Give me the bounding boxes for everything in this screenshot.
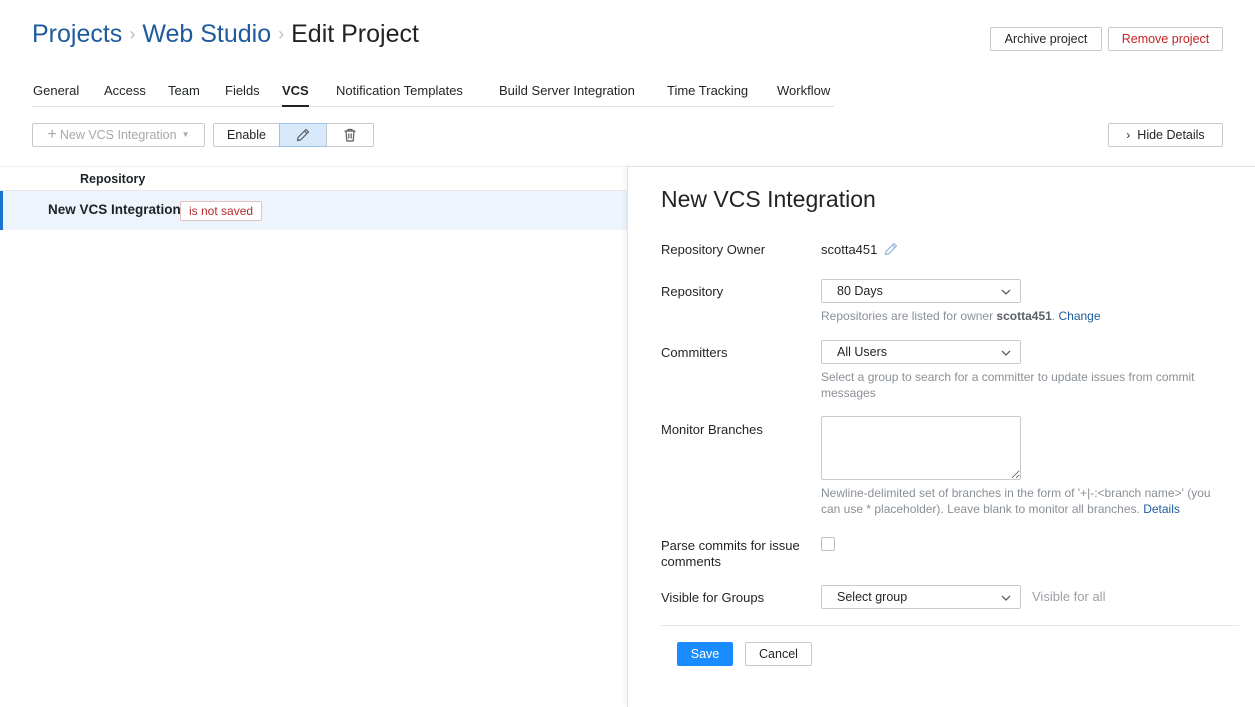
repository-select[interactable]: 80 Days	[821, 279, 1021, 303]
save-button[interactable]: Save	[677, 642, 733, 666]
tab-access[interactable]: Access	[104, 83, 146, 98]
parse-commits-label: Parse commits for issue comments	[661, 538, 800, 569]
repository-hint-text: Repositories are listed for owner	[821, 309, 997, 323]
committers-label: Committers	[661, 345, 728, 360]
visible-groups-select[interactable]: Select group	[821, 585, 1021, 609]
new-vcs-integration-button[interactable]: + New VCS Integration ▼	[32, 123, 205, 147]
column-header-label: Repository	[80, 172, 146, 186]
committers-select[interactable]: All Users	[821, 340, 1021, 364]
hide-details-button[interactable]: › Hide Details	[1108, 123, 1223, 147]
breadcrumb-project-link[interactable]: Web Studio	[142, 18, 271, 50]
visible-groups-label: Visible for Groups	[661, 590, 765, 605]
repository-hint: Repositories are listed for owner scotta…	[821, 308, 1221, 324]
monitor-branches-hint: Newline-delimited set of branches in the…	[821, 485, 1221, 517]
project-tabs: General Access Team Fields VCS Notificat…	[32, 78, 834, 107]
repository-label: Repository	[661, 284, 724, 299]
breadcrumb: Projects › Web Studio › Edit Project	[32, 18, 419, 50]
form-divider	[661, 625, 1239, 626]
details-panel: New VCS Integration Repository Owner sco…	[627, 166, 1255, 707]
breadcrumb-separator: ›	[278, 24, 285, 44]
status-badge: is not saved	[180, 201, 263, 221]
repository-owner-value: scotta451	[821, 241, 899, 257]
hide-details-label: Hide Details	[1137, 128, 1205, 142]
repository-owner-label: Repository Owner	[661, 242, 766, 257]
new-vcs-integration-label: New VCS Integration	[59, 128, 177, 142]
plus-icon: +	[47, 126, 57, 143]
cancel-button[interactable]: Cancel	[745, 642, 812, 666]
enable-button[interactable]: Enable	[213, 123, 280, 147]
breadcrumb-separator: ›	[129, 24, 136, 44]
delete-button[interactable]	[326, 123, 374, 147]
remove-project-button[interactable]: Remove project	[1108, 27, 1223, 51]
committers-select-value: All Users	[837, 345, 888, 359]
breadcrumb-projects-link[interactable]: Projects	[32, 18, 122, 50]
chevron-down-icon	[1001, 350, 1011, 356]
repository-select-value: 80 Days	[837, 284, 883, 298]
tab-fields[interactable]: Fields	[225, 83, 260, 98]
repository-hint-owner: scotta451	[996, 309, 1052, 323]
details-link[interactable]: Details	[1143, 502, 1180, 516]
repository-hint-period: .	[1051, 309, 1056, 323]
committers-hint: Select a group to search for a committer…	[821, 370, 1195, 400]
page-title: Edit Project	[291, 20, 419, 48]
tab-workflow[interactable]: Workflow	[777, 83, 830, 98]
monitor-branches-label: Monitor Branches	[661, 422, 763, 437]
edit-button[interactable]	[279, 123, 327, 147]
archive-project-button[interactable]: Archive project	[990, 27, 1102, 51]
tab-team[interactable]: Team	[168, 83, 200, 98]
tab-build-server-integration[interactable]: Build Server Integration	[499, 83, 635, 98]
tab-general[interactable]: General	[33, 83, 79, 98]
tab-notification-templates[interactable]: Notification Templates	[336, 83, 463, 98]
parse-commits-checkbox[interactable]	[821, 537, 835, 551]
caret-down-icon: ▼	[181, 130, 190, 139]
owner-name: scotta451	[821, 241, 878, 257]
chevron-down-icon	[1001, 289, 1011, 295]
chevron-down-icon	[1001, 595, 1011, 601]
tab-vcs[interactable]: VCS	[282, 83, 309, 107]
visible-groups-select-value: Select group	[837, 590, 908, 604]
visible-for-all-note: Visible for all	[1032, 589, 1106, 604]
integration-name: New VCS Integration	[48, 202, 181, 217]
tab-time-tracking[interactable]: Time Tracking	[667, 83, 748, 98]
panel-title: New VCS Integration	[661, 186, 876, 212]
repository-column-header: Repository	[0, 166, 627, 191]
pencil-icon	[296, 128, 310, 142]
change-owner-link[interactable]: Change	[1058, 309, 1100, 323]
monitor-branches-textarea[interactable]	[821, 416, 1021, 480]
chevron-right-icon: ›	[1126, 128, 1131, 142]
pencil-icon[interactable]	[883, 241, 899, 257]
table-row[interactable]: New VCS Integration is not saved	[0, 191, 627, 230]
trash-icon	[344, 128, 356, 142]
